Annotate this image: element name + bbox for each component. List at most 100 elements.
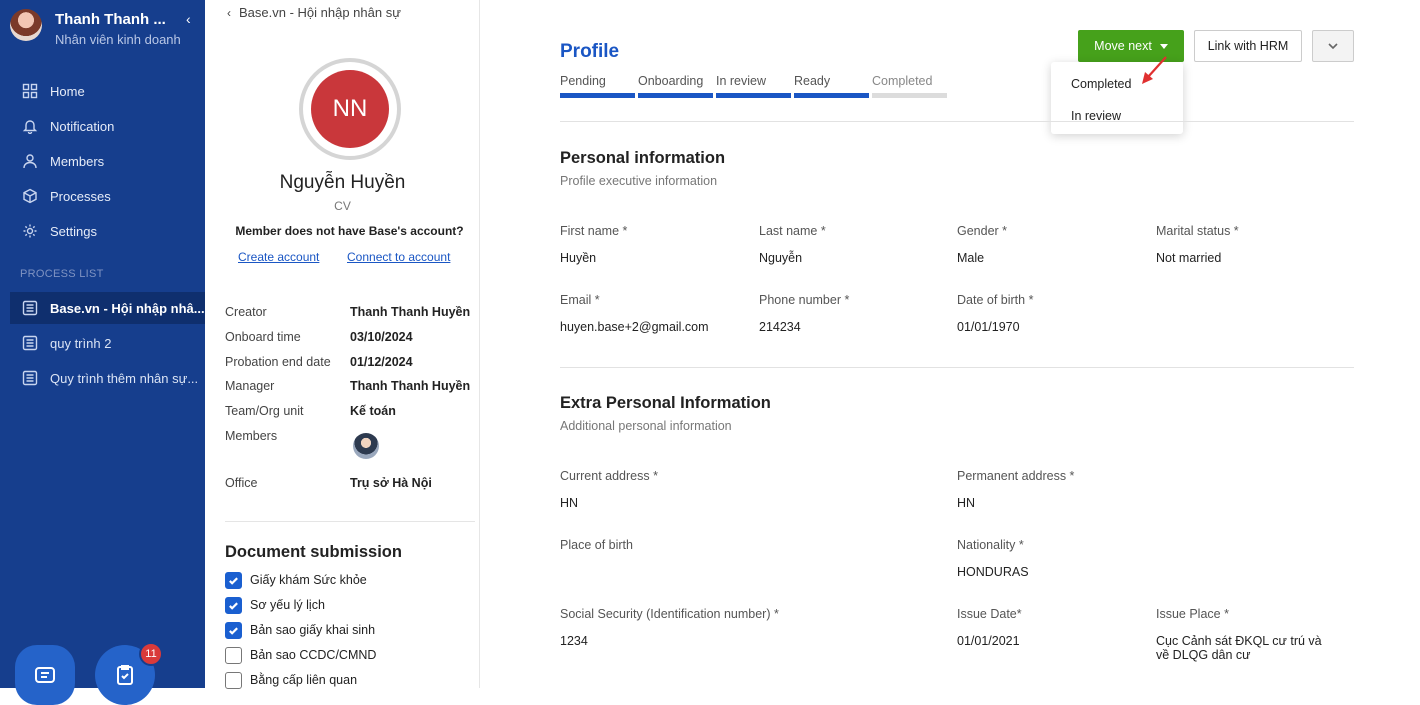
page-title: Profile — [560, 41, 620, 62]
process-item-base-vn[interactable]: Base.vn - Hội nhập nhâ... — [10, 292, 205, 324]
process-label: quy trình 2 — [50, 335, 112, 351]
main-content: Profile Pending Onboarding In review Rea… — [480, 0, 1420, 688]
profile-subtitle: CV — [334, 199, 351, 213]
move-next-label: Move next — [1094, 39, 1152, 53]
document-item[interactable]: Bản sao CCDC/CMND — [225, 646, 376, 664]
field-label-phone: Phone number * — [759, 293, 850, 307]
more-options-button[interactable] — [1312, 30, 1354, 62]
field-value-first-name: Huyền — [560, 251, 597, 265]
list-icon — [22, 335, 38, 351]
user-name: Thanh Thanh ... — [55, 11, 166, 28]
info-value: 01/12/2024 — [350, 355, 413, 369]
checkbox-unchecked[interactable] — [225, 671, 242, 689]
info-key: Office — [225, 476, 258, 490]
gear-icon — [23, 224, 37, 238]
step-bar — [638, 93, 713, 98]
dropdown-item-completed[interactable]: Completed — [1071, 77, 1131, 91]
document-item[interactable]: Sơ yếu lý lịch — [225, 596, 325, 614]
info-value: Thanh Thanh Huyền — [350, 305, 471, 319]
document-item[interactable]: Bằng cấp liên quan — [225, 671, 357, 689]
step-bar — [872, 93, 947, 98]
field-value-gender: Male — [957, 251, 985, 265]
step-label: In review — [716, 74, 767, 88]
step-in-review: In review — [716, 74, 791, 98]
nav-item-settings[interactable]: Settings — [22, 221, 97, 241]
member-avatar[interactable] — [353, 433, 379, 459]
info-key: Creator — [225, 305, 267, 319]
document-item[interactable]: Bản sao giấy khai sinh — [225, 621, 375, 639]
user-profile[interactable]: Thanh Thanh ... Nhân viên kinh doanh ‹ — [10, 9, 200, 49]
field-value-email: huyen.base+2@gmail.com — [560, 320, 709, 334]
user-avatar — [10, 9, 42, 41]
step-completed: Completed — [872, 74, 947, 98]
document-label: Bằng cấp liên quan — [250, 673, 358, 687]
collapse-sidebar-icon[interactable]: ‹ — [186, 11, 191, 27]
nav-label-members: Members — [50, 153, 105, 169]
step-onboarding: Onboarding — [638, 74, 713, 98]
check-icon — [229, 626, 238, 635]
process-label: Base.vn - Hội nhập nhâ... — [50, 300, 205, 316]
list-icon — [22, 300, 38, 316]
nav-item-processes[interactable]: Processes — [22, 186, 111, 206]
field-value-social-security: 1234 — [560, 634, 588, 648]
checkbox-checked[interactable] — [225, 571, 242, 589]
divider — [225, 521, 475, 522]
profile-name: Nguyễn Huyền — [279, 172, 406, 193]
connect-account-link[interactable]: Connect to account — [347, 250, 450, 264]
section-subtitle-personal: Profile executive information — [560, 174, 718, 188]
bell-icon — [22, 120, 38, 134]
process-item-quy-trinh-2[interactable]: quy trình 2 — [10, 327, 205, 359]
field-label-current-address: Current address * — [560, 469, 658, 483]
step-label: Ready — [794, 74, 831, 88]
checkbox-checked[interactable] — [225, 596, 242, 614]
process-item-quy-trinh-them[interactable]: Quy trình thêm nhân sự... — [10, 362, 205, 394]
field-value-last-name: Nguyễn — [759, 251, 803, 265]
grid-icon — [22, 83, 38, 99]
chat-button[interactable] — [15, 645, 75, 705]
sidebar: Thanh Thanh ... Nhân viên kinh doanh ‹ H… — [0, 0, 205, 705]
field-label-issue-date: Issue Date* — [957, 607, 1022, 621]
document-label: Bản sao CCDC/CMND — [250, 648, 377, 662]
link-hrm-button[interactable]: Link with HRM — [1194, 30, 1302, 62]
clipboard-check-icon — [117, 665, 133, 685]
nav-item-notification[interactable]: Notification — [22, 116, 114, 136]
info-value: Trụ sở Hà Nội — [350, 476, 432, 490]
create-account-link[interactable]: Create account — [238, 250, 319, 264]
info-key: Members — [225, 429, 278, 443]
divider — [560, 367, 1354, 368]
step-bar — [716, 93, 791, 98]
nav-item-members[interactable]: Members — [22, 151, 104, 171]
section-title-personal: Personal information — [560, 149, 726, 167]
chat-icon — [35, 667, 55, 683]
field-label-email: Email * — [560, 293, 600, 307]
chevron-down-icon — [1328, 43, 1338, 50]
info-key: Probation end date — [225, 355, 331, 369]
field-label-gender: Gender * — [957, 224, 1008, 238]
nav-item-home[interactable]: Home — [22, 81, 85, 101]
field-value-current-address: HN — [560, 496, 579, 510]
field-value-issue-place: Cục Cảnh sát ĐKQL cư trú và về DLQG dân … — [1156, 634, 1322, 662]
checkbox-unchecked[interactable] — [225, 646, 242, 664]
document-label: Giấy khám Sức khỏe — [250, 573, 367, 587]
document-label: Bản sao giấy khai sinh — [250, 623, 376, 637]
back-arrow-icon[interactable]: ‹ — [227, 6, 231, 20]
divider — [560, 121, 1354, 122]
info-key: Onboard time — [225, 330, 301, 344]
step-pending: Pending — [560, 74, 635, 98]
nav-label-home: Home — [50, 83, 85, 99]
field-value-phone: 214234 — [759, 320, 801, 334]
breadcrumb[interactable]: ‹ Base.vn - Hội nhập nhân sự — [227, 5, 401, 20]
nav-label-settings: Settings — [50, 223, 97, 239]
annotation-arrow-icon — [1142, 56, 1167, 84]
profile-avatar-ring: NN — [299, 58, 401, 160]
field-label-marital-status: Marital status * — [1156, 224, 1239, 238]
task-count-badge: 11 — [139, 642, 163, 666]
section-title-extra: Extra Personal Information — [560, 394, 771, 412]
field-value-marital-status: Not married — [1156, 251, 1222, 265]
document-item[interactable]: Giấy khám Sức khỏe — [225, 571, 367, 589]
nav-label-notification: Notification — [50, 118, 115, 134]
checkbox-checked[interactable] — [225, 621, 242, 639]
profile-avatar: NN — [311, 70, 389, 148]
info-value: 03/10/2024 — [350, 330, 413, 344]
account-note: Member does not have Base's account? — [235, 224, 464, 238]
